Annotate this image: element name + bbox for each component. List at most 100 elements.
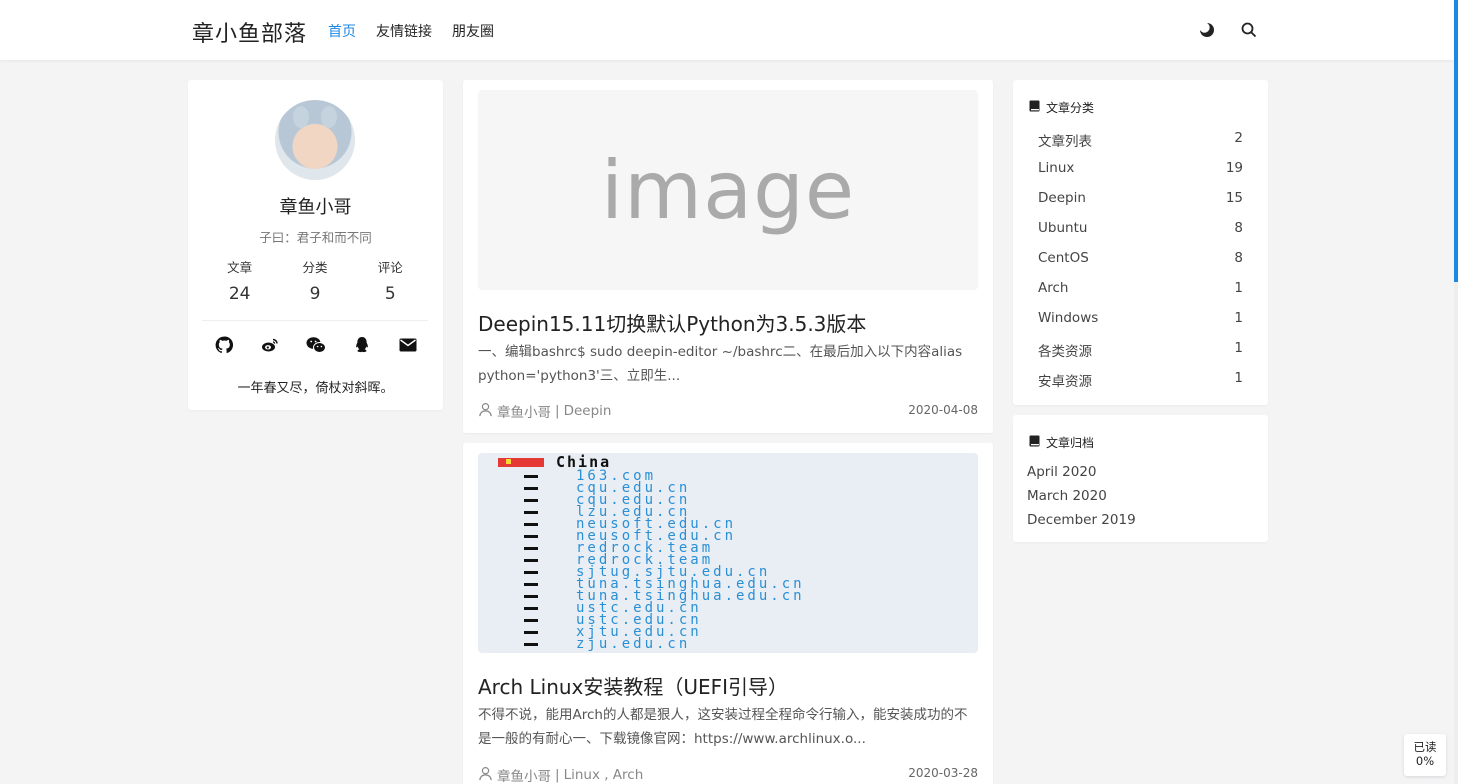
nav-item-friend-links[interactable]: 友情链接 <box>376 21 432 41</box>
archive-item[interactable]: December 2019 <box>1027 512 1136 536</box>
list-bullet <box>524 535 538 538</box>
nav-item-friends-circle[interactable]: 朋友圈 <box>452 21 494 41</box>
category-list: 文章列表 2 Linux 19 Deepin 15 Ubuntu 8 CentOS 8 Arch 1 W… <box>1038 130 1243 400</box>
list-bullet <box>524 499 538 502</box>
post-author[interactable]: 章鱼小哥 <box>497 765 551 784</box>
post-meta: 章鱼小哥 | Deepin <box>478 401 611 421</box>
profile-quote: 一年春又尽，倚杖对斜晖。 <box>237 381 394 396</box>
stat-value: 5 <box>384 284 396 304</box>
category-item[interactable]: Linux 19 <box>1038 160 1243 190</box>
user-icon <box>478 766 493 784</box>
social-links <box>214 335 418 355</box>
list-bullet <box>524 583 538 586</box>
category-item[interactable]: Windows 1 <box>1038 310 1243 340</box>
category-item[interactable]: 安卓资源 1 <box>1038 370 1243 400</box>
stat-label: 文章 <box>227 260 253 275</box>
category-count: 8 <box>1234 220 1243 236</box>
list-bullet <box>524 595 538 598</box>
list-bullet <box>524 631 538 634</box>
list-bullet <box>524 643 538 646</box>
category-name: CentOS <box>1038 250 1089 266</box>
category-item[interactable]: 文章列表 2 <box>1038 130 1243 160</box>
post-thumbnail[interactable]: image <box>478 90 978 290</box>
category-item[interactable]: Deepin 15 <box>1038 190 1243 220</box>
archive-item[interactable]: March 2020 <box>1027 488 1136 512</box>
category-count: 8 <box>1234 250 1243 266</box>
post-card: China 163.com cqu.edu.cn cqu.edu.cn lzu.edu… <box>463 443 993 784</box>
meta-separator: | <box>555 767 560 783</box>
nav-item-home[interactable]: 首页 <box>328 21 356 41</box>
book-icon <box>1029 435 1040 450</box>
category-item[interactable]: 各类资源 1 <box>1038 340 1243 370</box>
category-name: Deepin <box>1038 190 1086 206</box>
stat-label: 评论 <box>377 260 403 275</box>
scrollbar-thumb[interactable] <box>1454 0 1458 282</box>
github-icon[interactable] <box>214 335 234 355</box>
avatar-ear-right <box>321 106 337 128</box>
archive-list: April 2020 March 2020 December 2019 <box>1027 464 1136 536</box>
mirror-domain: zju.edu.cn <box>576 636 691 652</box>
category-item[interactable]: CentOS 8 <box>1038 250 1243 280</box>
list-bullet <box>524 523 538 526</box>
category-item[interactable]: Ubuntu 8 <box>1038 220 1243 250</box>
category-count: 1 <box>1234 370 1243 386</box>
widget-title: 文章归档 <box>1029 434 1094 451</box>
list-bullet <box>524 559 538 562</box>
weibo-icon[interactable] <box>260 335 280 355</box>
avatar-ear-left <box>293 106 309 128</box>
widget-title-text: 文章归档 <box>1046 436 1095 450</box>
category-name: Ubuntu <box>1038 220 1088 236</box>
post-thumbnail[interactable]: China 163.com cqu.edu.cn cqu.edu.cn lzu.edu… <box>478 453 978 653</box>
read-progress-button[interactable]: 已读 0% <box>1404 734 1446 776</box>
thumbnail-placeholder-text: image <box>600 143 856 237</box>
category-count: 1 <box>1234 310 1243 326</box>
profile-motto: 子曰：君子和而不同 <box>259 230 372 245</box>
post-excerpt: 不得不说，能用Arch的人都是狠人，这安装过程全程命令行输入，能安装成功的不是一… <box>478 707 968 747</box>
widget-title: 文章分类 <box>1029 99 1094 116</box>
post-title[interactable]: Arch Linux安装教程（UEFI引导） <box>478 671 788 700</box>
profile-stats: 文章 24 分类 9 评论 5 <box>202 257 428 304</box>
china-flag-icon <box>498 458 544 467</box>
post-author[interactable]: 章鱼小哥 <box>497 401 551 421</box>
qq-icon[interactable] <box>352 335 372 355</box>
search-icon[interactable] <box>1239 20 1259 40</box>
profile-card: 章鱼小哥 子曰：君子和而不同 文章 24 分类 9 评论 5 一年春又尽，倚杖对… <box>188 80 443 410</box>
widget-title-text: 文章分类 <box>1046 101 1095 115</box>
category-count: 1 <box>1234 340 1243 356</box>
list-bullet <box>524 487 538 490</box>
profile-divider <box>202 320 428 321</box>
book-icon <box>1029 100 1040 115</box>
stat-articles[interactable]: 文章 24 <box>210 257 270 304</box>
post-categories[interactable]: Deepin <box>564 403 612 419</box>
post-categories[interactable]: Linux , Arch <box>564 767 644 783</box>
stat-value: 9 <box>309 284 321 304</box>
site-brand[interactable]: 章小鱼部落 <box>192 16 307 48</box>
post-meta: 章鱼小哥 | Linux , Arch <box>478 765 643 784</box>
post-excerpt: 一、编辑bashrc$ sudo deepin-editor ~/bashrc二… <box>478 344 963 384</box>
post-date: 2020-04-08 <box>908 403 978 417</box>
read-progress-percent: 0% <box>1415 754 1435 768</box>
page-scrollbar[interactable] <box>1454 0 1458 784</box>
category-item[interactable]: Arch 1 <box>1038 280 1243 310</box>
categories-widget: 文章分类 文章列表 2 Linux 19 Deepin 15 Ubuntu 8 CentOS 8 A… <box>1013 80 1268 405</box>
list-bullet <box>524 619 538 622</box>
category-count: 19 <box>1225 160 1243 176</box>
post-date: 2020-03-28 <box>908 766 978 780</box>
post-title[interactable]: Deepin15.11切换默认Python为3.5.3版本 <box>478 308 866 337</box>
dark-mode-icon[interactable] <box>1197 20 1217 40</box>
wechat-icon[interactable] <box>306 335 326 355</box>
read-progress-label: 已读 <box>1413 740 1437 754</box>
category-name: 文章列表 <box>1038 134 1092 150</box>
stat-categories[interactable]: 分类 9 <box>285 257 345 304</box>
mail-icon[interactable] <box>398 335 418 355</box>
list-bullet <box>524 511 538 514</box>
stat-value: 24 <box>228 284 251 304</box>
archive-item[interactable]: April 2020 <box>1027 464 1136 488</box>
top-header: 章小鱼部落 首页 友情链接 朋友圈 <box>0 0 1454 60</box>
avatar <box>275 100 355 180</box>
category-count: 2 <box>1234 130 1243 146</box>
category-name: 各类资源 <box>1038 344 1092 360</box>
list-bullet <box>524 547 538 550</box>
stat-comments[interactable]: 评论 5 <box>360 257 420 304</box>
list-bullet <box>524 475 538 478</box>
